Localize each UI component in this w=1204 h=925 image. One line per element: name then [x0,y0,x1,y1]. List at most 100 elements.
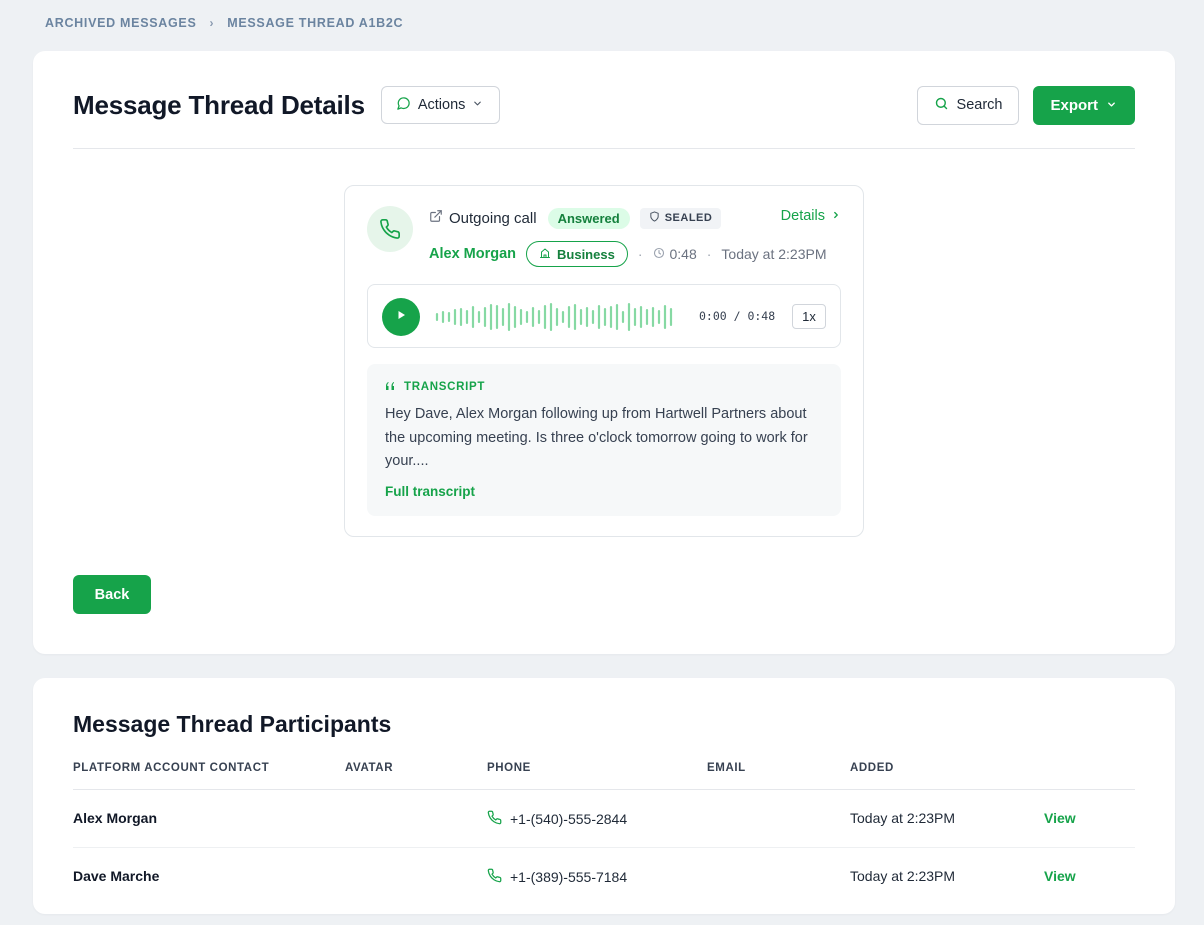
participant-added: Today at 2:23PM [850,810,956,826]
transcript-heading: TRANSCRIPT [386,381,485,393]
search-button[interactable]: Search [916,85,1020,125]
audio-player: 0:00 / 0:48 1x [367,284,841,348]
waveform-bar [609,306,613,328]
waveform-bar [465,310,469,324]
details-label: Details [780,208,825,224]
waveform-bar [579,309,583,325]
export-label: Export [1050,96,1098,114]
participants-title: Message Thread Participants [73,711,392,737]
waveform-bar [591,310,595,324]
participant-name: Dave Marche [73,868,160,884]
waveform-bar [585,307,589,327]
caller-name[interactable]: Alex Morgan [429,246,516,262]
shield-icon [649,211,660,225]
waveform-bar [441,311,445,323]
waveform-bar [435,313,439,321]
time-readout: 0:00 / 0:48 [699,309,776,323]
header-divider [73,148,1135,149]
table-header-row: PLATFORM ACCOUNT CONTACT AVATAR PHONE EM… [73,760,1135,790]
waveform-bar [645,309,649,325]
waveform-bar [657,310,661,324]
view-participant-link[interactable]: View [1044,868,1076,884]
call-timestamp: Today at 2:23PM [721,246,827,262]
participant-added: Today at 2:23PM [850,868,956,884]
table-row: Alex Morgan +1-(540)-555-2844 Today at 2… [73,790,1135,848]
building-icon [539,247,551,262]
back-button[interactable]: Back [73,575,151,614]
play-icon [395,308,407,326]
phone-number: +1-(389)-555-7184 [510,869,628,885]
chat-bubble-icon [396,96,411,115]
call-duration: 0:48 [653,246,697,262]
waveform-bar [627,303,631,331]
waveform-bar [549,303,553,331]
clock-icon [653,246,665,262]
waveform-bar [477,311,481,323]
call-type-label: Outgoing call [449,209,537,227]
audio-waveform[interactable] [434,301,674,333]
participants-card: Message Thread Participants PLATFORM ACC… [33,678,1175,914]
table-row: Dave Marche +1-(389)-555-7184 Today at 2… [73,848,1135,906]
transcript-heading-label: TRANSCRIPT [404,381,486,393]
sealed-label: SEALED [664,212,713,224]
waveform-bar [573,304,577,330]
search-label: Search [956,97,1003,113]
details-link[interactable]: Details [781,208,841,224]
waveform-bar [621,311,625,323]
waveform-bar [495,305,499,329]
sealed-badge: SEALED [639,207,722,229]
phone-icon [487,868,502,886]
meta-separator: · [706,246,712,262]
category-label: Business [557,246,615,262]
waveform-bar [519,309,523,325]
participant-name: Alex Morgan [73,810,158,826]
export-button[interactable]: Export [1033,85,1135,125]
transcript-text: Hey Dave, Alex Morgan following up from … [385,406,808,469]
phone-icon [487,810,502,828]
column-header-contact: PLATFORM ACCOUNT CONTACT [73,762,270,774]
waveform-bar [615,304,619,330]
call-record-card: Outgoing call Answered SEALED Details Al… [344,185,864,537]
category-badge: Business [526,241,628,267]
transcript-panel: TRANSCRIPT Hey Dave, Alex Morgan followi… [367,364,841,516]
phone-icon [367,206,413,252]
playback-speed-button[interactable]: 1x [792,304,826,329]
waveform-bar [639,306,643,328]
waveform-bar [507,303,511,331]
waveform-bar [525,311,529,323]
view-participant-link[interactable]: View [1044,810,1076,826]
waveform-bar [543,305,547,329]
waveform-bar [483,307,487,327]
breadcrumb-separator: › [209,16,215,30]
full-transcript-link[interactable]: Full transcript [385,484,475,499]
waveform-bar [513,306,517,328]
call-type: Outgoing call [429,209,537,227]
play-button[interactable] [382,298,420,336]
column-header-added: ADDED [850,762,894,774]
waveform-bar [561,311,565,323]
breadcrumb-current-thread: MESSAGE THREAD A1B2C [227,16,404,30]
phone-number: +1-(540)-555-2844 [510,811,628,827]
breadcrumb-archived-messages[interactable]: ARCHIVED MESSAGES [45,16,197,30]
page-header: Message Thread Details Actions Search Ex… [73,85,1135,125]
participant-phone: +1-(540)-555-2844 [487,810,627,828]
quote-icon [386,381,396,393]
waveform-bar [501,308,505,326]
actions-label: Actions [417,97,466,113]
participant-phone: +1-(389)-555-7184 [487,868,627,886]
external-link-icon [429,209,443,227]
call-summary-line: Outgoing call Answered SEALED [429,207,722,229]
waveform-bar [663,305,667,329]
column-header-email: EMAIL [707,762,746,774]
waveform-bar [459,308,463,326]
waveform-bar [453,309,457,325]
waveform-bar [669,308,673,326]
waveform-bar [633,308,637,326]
waveform-bar [471,306,475,328]
waveform-bar [567,306,571,328]
actions-button[interactable]: Actions [380,86,501,124]
meta-separator: · [637,246,643,262]
column-header-phone: PHONE [487,762,531,774]
call-meta-line: Alex Morgan Business · 0:48 · Today at 2… [429,241,826,267]
waveform-bar [597,305,601,329]
